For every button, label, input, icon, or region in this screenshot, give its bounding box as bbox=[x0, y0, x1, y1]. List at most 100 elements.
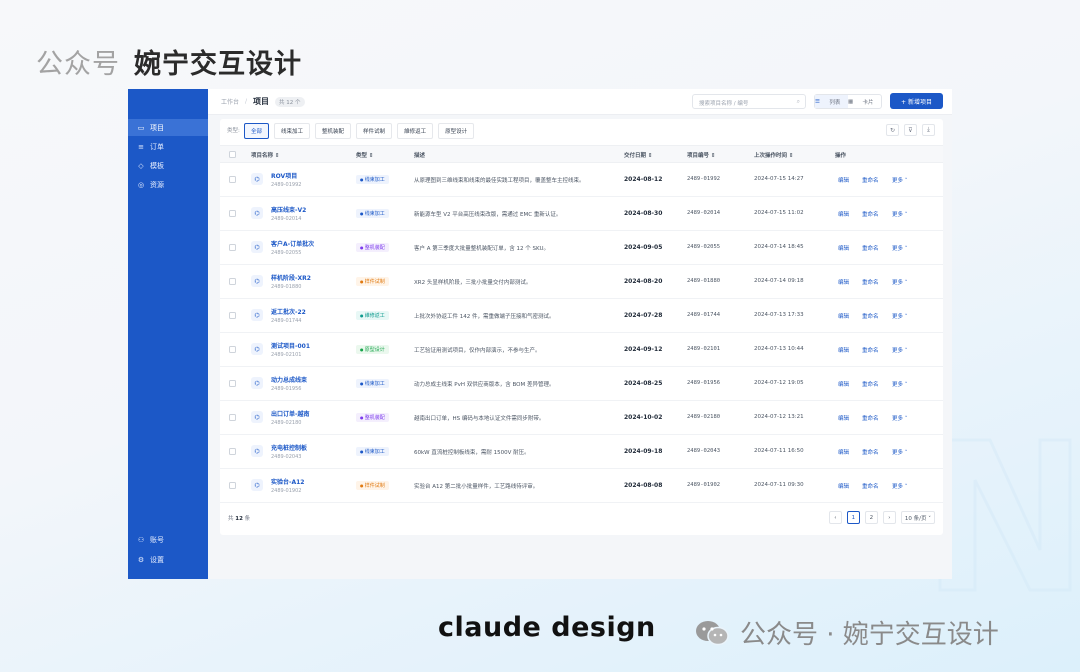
row-checkbox[interactable] bbox=[229, 346, 236, 353]
project-name[interactable]: 出口订单-越南 bbox=[271, 409, 310, 418]
filter-chips: 全部 线束加工 整机装配 样件试制 維修返工 原型设计 bbox=[244, 123, 475, 139]
delivery-date: 2024-10-02 bbox=[624, 414, 663, 421]
project-name[interactable]: ROV项目 bbox=[271, 171, 297, 180]
page-size-select[interactable]: 10 条/页 ˅ bbox=[900, 511, 935, 524]
filter-chip[interactable]: 維修返工 bbox=[397, 123, 434, 139]
row-checkbox[interactable] bbox=[229, 278, 236, 285]
sidebar-item-orders[interactable]: ≡ 订单 bbox=[128, 138, 208, 155]
edit-link[interactable]: 编辑 bbox=[838, 482, 849, 490]
edit-link[interactable]: 编辑 bbox=[838, 210, 849, 218]
rename-link[interactable]: 重命名 bbox=[862, 346, 879, 354]
row-checkbox[interactable] bbox=[229, 312, 236, 319]
project-code: 2489-02043 bbox=[687, 448, 721, 454]
col-name[interactable]: 项目名称 ⇕ bbox=[251, 151, 280, 159]
col-time[interactable]: 上次操作时间 ⇕ bbox=[754, 151, 794, 159]
rename-link[interactable]: 重命名 bbox=[862, 482, 879, 490]
list-view-button[interactable]: ☰ 列表 bbox=[815, 95, 848, 108]
col-type[interactable]: 类型 ⇕ bbox=[356, 151, 374, 159]
row-checkbox[interactable] bbox=[229, 482, 236, 489]
project-desc: 动力总成主线束 PvH 双供应商版本，含 BOM 差异管理。 bbox=[414, 382, 555, 388]
settings-icon: ⚙ bbox=[137, 555, 145, 564]
filter-chip[interactable]: 样件试制 bbox=[356, 123, 393, 139]
more-menu[interactable]: 更多 ˅ bbox=[892, 244, 908, 252]
edit-link[interactable]: 编辑 bbox=[838, 312, 849, 320]
filter-chip-all[interactable]: 全部 bbox=[244, 123, 270, 139]
watermark-bottom: 公众号 · 婉宁交互设计 bbox=[694, 614, 999, 651]
sidebar-item-resources[interactable]: ◎ 资源 bbox=[128, 176, 208, 193]
page-button[interactable]: 2 bbox=[864, 511, 878, 524]
new-project-button[interactable]: + 新增项目 bbox=[890, 93, 943, 109]
count-badge: 共 12 个 bbox=[275, 96, 305, 107]
rename-link[interactable]: 重命名 bbox=[862, 448, 879, 456]
edit-link[interactable]: 编辑 bbox=[838, 278, 849, 286]
rename-link[interactable]: 重命名 bbox=[862, 176, 879, 184]
more-menu[interactable]: 更多 ˅ bbox=[892, 414, 908, 422]
edit-link[interactable]: 编辑 bbox=[838, 244, 849, 252]
project-name[interactable]: 动力总成线束 bbox=[271, 375, 307, 384]
sidebar: ▭ 项目 ≡ 订单 ◇ 模板 ◎ 资源 ⚇ 账号 ⚙ 设置 bbox=[128, 89, 208, 579]
sidebar-item-projects[interactable]: ▭ 项目 bbox=[128, 119, 208, 136]
edit-link[interactable]: 编辑 bbox=[838, 414, 849, 422]
type-tag: 线束加工 bbox=[356, 209, 389, 218]
row-checkbox[interactable] bbox=[229, 380, 236, 387]
search-input[interactable]: 搜索项目名称 / 编号 ⌕ bbox=[692, 94, 806, 109]
next-page-button[interactable]: › bbox=[882, 511, 896, 524]
filter-icon[interactable]: ⊽ bbox=[904, 124, 917, 136]
more-menu[interactable]: 更多 ˅ bbox=[892, 312, 908, 320]
delivery-date: 2024-09-12 bbox=[624, 346, 663, 353]
prev-page-button[interactable]: ‹ bbox=[828, 511, 842, 524]
more-menu[interactable]: 更多 ˅ bbox=[892, 482, 908, 490]
row-checkbox[interactable] bbox=[229, 176, 236, 183]
refresh-icon[interactable]: ↻ bbox=[886, 124, 899, 136]
download-icon[interactable]: ⤓ bbox=[922, 124, 935, 136]
table-row: ⌬ 测试项目-001 2489-02101 原型设计 工艺验证用测试项目，仅作内部演示，… bbox=[220, 333, 943, 367]
page-button[interactable]: 1 bbox=[846, 511, 860, 524]
more-menu[interactable]: 更多 ˅ bbox=[892, 176, 908, 184]
sidebar-item-templates[interactable]: ◇ 模板 bbox=[128, 157, 208, 174]
project-name[interactable]: 客户A-订单批次 bbox=[271, 239, 314, 248]
project-name[interactable]: 高压线束-V2 bbox=[271, 205, 306, 214]
type-tag: 样件试制 bbox=[356, 481, 389, 490]
row-checkbox[interactable] bbox=[229, 448, 236, 455]
rename-link[interactable]: 重命名 bbox=[862, 210, 879, 218]
rename-link[interactable]: 重命名 bbox=[862, 312, 879, 320]
project-code: 2489-02055 bbox=[687, 244, 721, 250]
filter-chip[interactable]: 整机装配 bbox=[315, 123, 352, 139]
rename-link[interactable]: 重命名 bbox=[862, 278, 879, 286]
type-tag: 整机装配 bbox=[356, 413, 389, 422]
project-code: 2489-01956 bbox=[687, 380, 721, 386]
project-code: 2489-01992 bbox=[687, 176, 721, 182]
project-name[interactable]: 样机阶段-XR2 bbox=[271, 273, 311, 282]
row-checkbox[interactable] bbox=[229, 414, 236, 421]
sidebar-item-account[interactable]: ⚇ 账号 bbox=[128, 531, 208, 548]
edit-link[interactable]: 编辑 bbox=[838, 346, 849, 354]
more-menu[interactable]: 更多 ˅ bbox=[892, 346, 908, 354]
more-menu[interactable]: 更多 ˅ bbox=[892, 380, 908, 388]
card-view-button[interactable]: ▦ 卡片 bbox=[848, 95, 881, 108]
filter-chip[interactable]: 原型设计 bbox=[438, 123, 475, 139]
project-subcode: 2489-02014 bbox=[271, 216, 302, 222]
more-menu[interactable]: 更多 ˅ bbox=[892, 448, 908, 456]
edit-link[interactable]: 编辑 bbox=[838, 448, 849, 456]
table-row: ⌬ 样机阶段-XR2 2489-01880 样件试制 XR2 头显样机阶段，三批小批量交… bbox=[220, 265, 943, 299]
rename-link[interactable]: 重命名 bbox=[862, 244, 879, 252]
rename-link[interactable]: 重命名 bbox=[862, 414, 879, 422]
edit-link[interactable]: 编辑 bbox=[838, 380, 849, 388]
select-all-checkbox[interactable] bbox=[229, 151, 236, 158]
col-date[interactable]: 交付日期 ⇕ bbox=[624, 151, 653, 159]
edit-link[interactable]: 编辑 bbox=[838, 176, 849, 184]
project-name[interactable]: 返工批次-22 bbox=[271, 307, 306, 316]
project-name[interactable]: 实验台-A12 bbox=[271, 477, 304, 486]
filter-chip[interactable]: 线束加工 bbox=[274, 123, 311, 139]
rename-link[interactable]: 重命名 bbox=[862, 380, 879, 388]
sidebar-item-settings[interactable]: ⚙ 设置 bbox=[128, 551, 208, 568]
col-code[interactable]: 项目编号 ⇕ bbox=[687, 151, 716, 159]
more-menu[interactable]: 更多 ˅ bbox=[892, 278, 908, 286]
project-name[interactable]: 充电桩控制板 bbox=[271, 443, 307, 452]
project-desc: 实验台 A12 第二批小批量样件，工艺路线待评审。 bbox=[414, 484, 539, 490]
project-name[interactable]: 测试项目-001 bbox=[271, 341, 310, 350]
row-checkbox[interactable] bbox=[229, 244, 236, 251]
breadcrumb-root[interactable]: 工作台 bbox=[221, 97, 239, 106]
row-checkbox[interactable] bbox=[229, 210, 236, 217]
more-menu[interactable]: 更多 ˅ bbox=[892, 210, 908, 218]
